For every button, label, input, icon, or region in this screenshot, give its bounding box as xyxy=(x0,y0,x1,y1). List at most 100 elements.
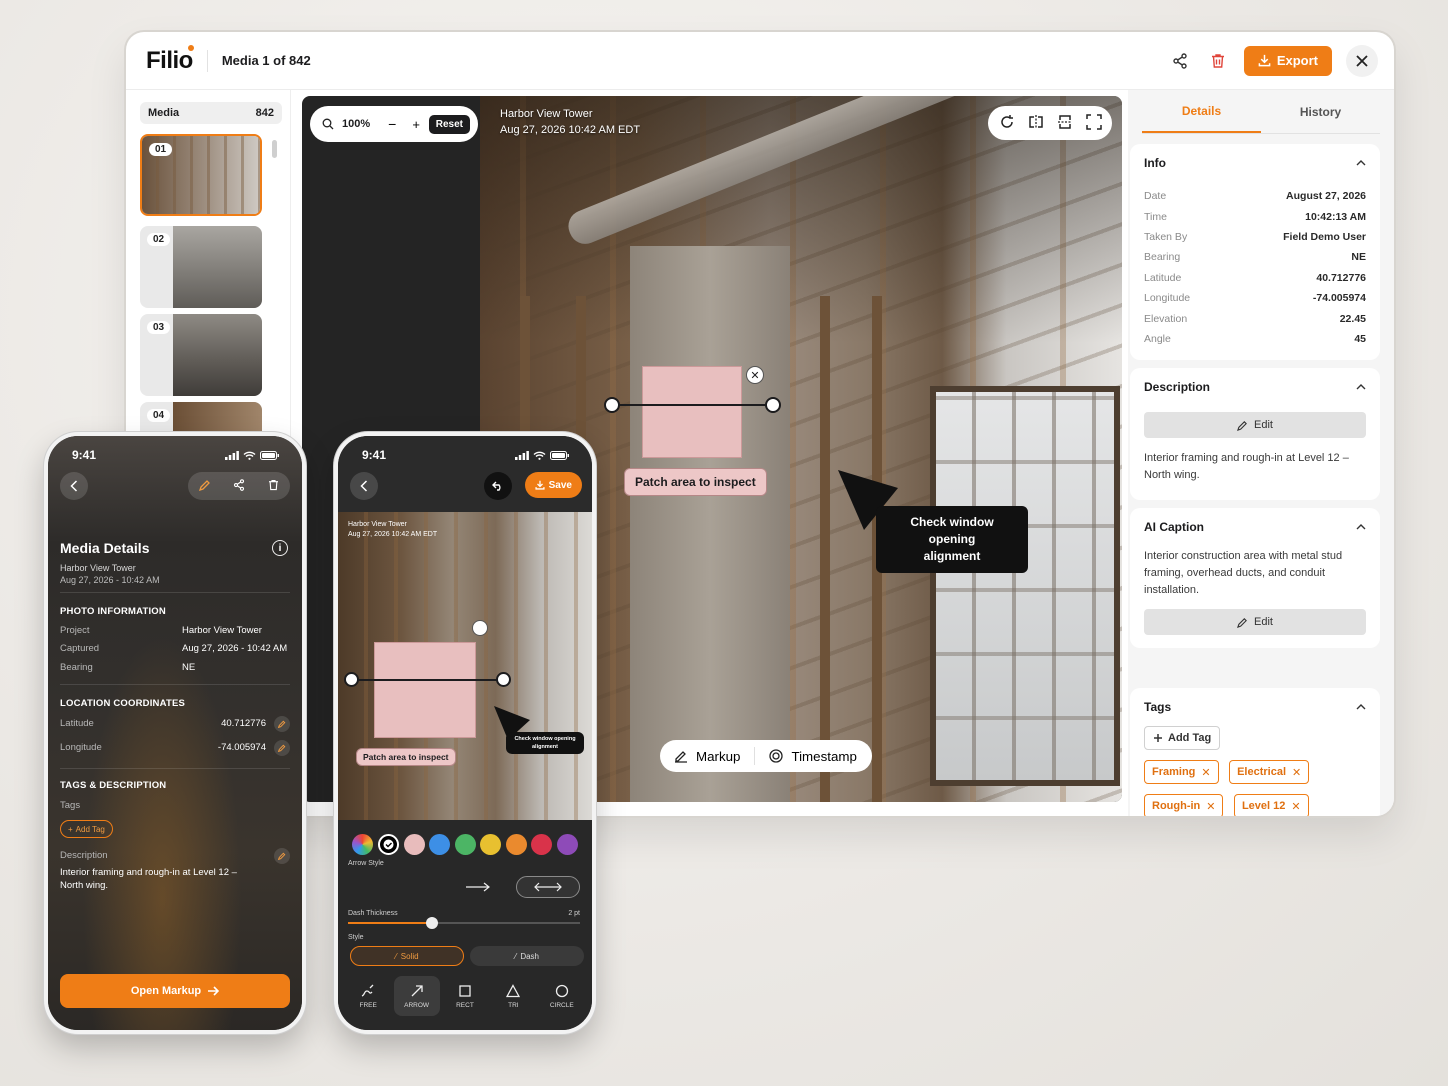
tag-remove-icon[interactable]: ✕ xyxy=(1292,766,1301,779)
save-label: Save xyxy=(548,479,572,491)
thumbnail-03[interactable]: 03 xyxy=(140,314,262,396)
pencil-icon xyxy=(1237,420,1247,431)
back-button[interactable] xyxy=(60,472,88,500)
style-dash-button[interactable]: ⁄ Dash xyxy=(470,946,584,966)
edit-longitude-button[interactable] xyxy=(274,740,290,756)
check-icon xyxy=(383,839,394,850)
tool-circle[interactable]: CIRCLE xyxy=(539,976,585,1016)
status-time: 9:41 xyxy=(362,448,387,462)
color-swatch[interactable] xyxy=(378,834,399,855)
close-button[interactable] xyxy=(1346,44,1378,77)
location-row: Longitude -74.005974 xyxy=(60,742,290,753)
color-swatch[interactable] xyxy=(480,834,501,855)
annotation-note[interactable]: Check window opening alignment xyxy=(506,732,584,754)
timestamp-button[interactable]: Timestamp xyxy=(755,740,870,772)
annotation-note[interactable]: Check window opening alignment xyxy=(876,506,1028,573)
reset-zoom-button[interactable]: Reset xyxy=(428,114,470,134)
annotation-label[interactable]: Patch area to inspect xyxy=(356,748,456,766)
annotation-handle-right[interactable] xyxy=(765,397,781,413)
tag-remove-icon[interactable]: ✕ xyxy=(1201,766,1210,779)
delete-button[interactable] xyxy=(268,479,279,494)
description-row: Description xyxy=(60,850,290,861)
tag-remove-icon[interactable]: ✕ xyxy=(1206,800,1215,813)
style-solid-button[interactable]: ⁄ Solid xyxy=(350,946,464,966)
pencil-icon xyxy=(278,744,286,752)
tag-chip[interactable]: Rough-in ✕ xyxy=(1144,794,1224,816)
markup-button[interactable]: Markup xyxy=(660,740,754,772)
solid-icon: ⁄ xyxy=(395,951,397,961)
arrow-style-single[interactable] xyxy=(446,876,510,898)
tag-chip[interactable]: Level 12 ✕ xyxy=(1233,794,1309,816)
annotation-label[interactable]: Patch area to inspect xyxy=(624,468,767,496)
phone-markup-editor: 9:41 Save Harbor View Tower Aug 27, 2026… xyxy=(334,432,596,1034)
tag-remove-icon[interactable]: ✕ xyxy=(1291,800,1300,813)
edit-label: Edit xyxy=(1254,419,1273,431)
undo-button[interactable] xyxy=(484,472,512,500)
save-button[interactable]: Save xyxy=(524,472,582,498)
caption-title: Harbor View Tower xyxy=(500,108,593,120)
ai-caption-card-header[interactable]: AI Caption xyxy=(1144,508,1366,546)
tag-chip[interactable]: Electrical ✕ xyxy=(1229,760,1310,784)
edit-button[interactable] xyxy=(199,479,211,494)
info-key: Date xyxy=(1144,190,1167,203)
flip-horizontal-button[interactable] xyxy=(1028,114,1044,133)
edit-description-button[interactable] xyxy=(274,848,290,864)
tool-free[interactable]: FREE xyxy=(345,976,391,1016)
note-line-2: alignment xyxy=(532,744,558,750)
color-swatch[interactable] xyxy=(454,834,476,855)
share-button[interactable] xyxy=(1168,49,1192,73)
arrow-style-double[interactable] xyxy=(516,876,580,898)
color-swatch[interactable] xyxy=(556,834,578,855)
share-button[interactable] xyxy=(233,478,245,494)
fullscreen-button[interactable] xyxy=(1085,113,1102,133)
color-swatch[interactable] xyxy=(429,834,450,855)
back-button[interactable] xyxy=(350,472,378,500)
annotation-delete-button[interactable]: ✕ xyxy=(472,620,488,636)
color-picker-swatch[interactable] xyxy=(352,834,373,855)
info-icon[interactable]: i xyxy=(272,540,288,556)
tool-arrow[interactable]: ARROW xyxy=(393,976,440,1016)
color-swatch[interactable] xyxy=(531,834,552,855)
info-key: Time xyxy=(1144,210,1167,223)
color-swatch[interactable] xyxy=(505,834,527,855)
annotation-arrow-line[interactable] xyxy=(612,404,772,406)
style-label: Style xyxy=(348,934,364,941)
thumbnail-02[interactable]: 02 xyxy=(140,226,262,308)
edit-latitude-button[interactable] xyxy=(274,716,290,732)
annotation-handle-left[interactable] xyxy=(344,672,359,687)
tool-tri[interactable]: TRI xyxy=(490,976,536,1016)
color-swatch[interactable] xyxy=(403,834,425,855)
details-tabs: Details History xyxy=(1142,90,1380,134)
delete-button[interactable] xyxy=(1206,49,1230,73)
add-tag-button[interactable]: + Add Tag xyxy=(60,820,113,838)
dash-thickness-knob[interactable] xyxy=(426,917,438,929)
strip-scrollbar[interactable] xyxy=(272,140,277,158)
subtitle-date: Aug 27, 2026 - 10:42 AM xyxy=(60,575,160,585)
tool-rect[interactable]: RECT xyxy=(442,976,488,1016)
zoom-out-button[interactable]: − xyxy=(388,116,396,132)
download-icon xyxy=(535,480,545,490)
tab-history[interactable]: History xyxy=(1261,90,1380,133)
logo-dot xyxy=(187,44,194,51)
edit-description-button[interactable]: Edit xyxy=(1144,412,1366,438)
edit-ai-caption-button[interactable]: Edit xyxy=(1144,609,1366,635)
open-markup-button[interactable]: Open Markup xyxy=(60,974,290,1008)
description-card-header[interactable]: Description xyxy=(1144,368,1366,406)
export-button[interactable]: Export xyxy=(1243,45,1332,76)
add-tag-button[interactable]: Add Tag xyxy=(1144,726,1221,750)
tags-card-header[interactable]: Tags xyxy=(1144,688,1366,726)
annotation-handle-right[interactable] xyxy=(496,672,511,687)
zoom-in-button[interactable]: + xyxy=(412,117,420,132)
thumbnail-01[interactable]: 01 xyxy=(140,134,262,216)
annotation-rectangle[interactable] xyxy=(374,642,476,738)
tag-chip[interactable]: Framing ✕ xyxy=(1144,760,1219,784)
annotation-handle-left[interactable] xyxy=(604,397,620,413)
flip-vertical-button[interactable] xyxy=(1057,114,1073,133)
tab-details[interactable]: Details xyxy=(1142,90,1261,133)
annotation-arrow-line[interactable] xyxy=(352,679,504,681)
rotate-button[interactable] xyxy=(999,114,1015,133)
annotation-delete-button[interactable]: ✕ xyxy=(746,366,764,384)
media-strip-label: Media xyxy=(148,107,180,119)
info-card-header[interactable]: Info xyxy=(1144,144,1366,182)
annotation-rectangle[interactable] xyxy=(642,366,742,458)
